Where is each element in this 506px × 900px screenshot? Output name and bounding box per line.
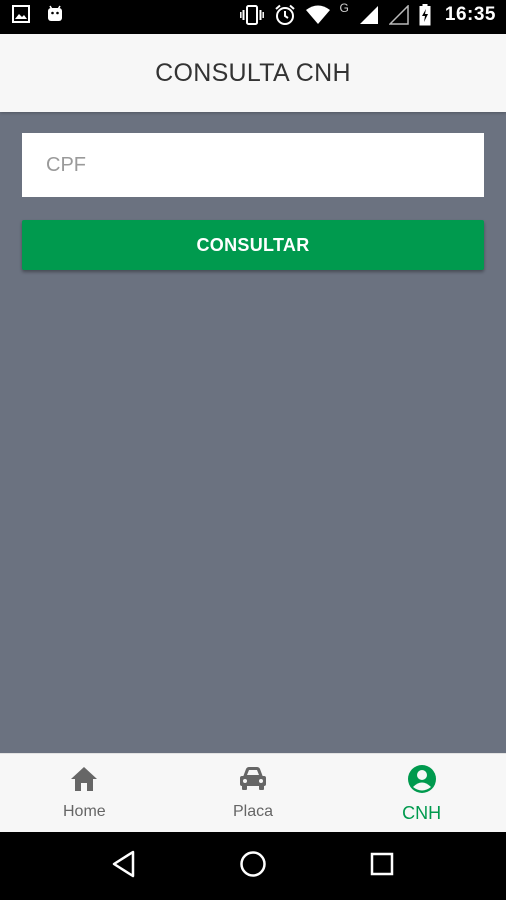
back-button[interactable] (94, 836, 154, 896)
cpf-input[interactable] (22, 133, 484, 197)
page-title: CONSULTA CNH (155, 58, 351, 87)
status-left (12, 5, 64, 23)
image-icon (12, 5, 30, 23)
home-system-button[interactable] (223, 836, 283, 896)
signal-empty-icon (388, 5, 409, 25)
nav-item-placa[interactable]: Placa (169, 754, 338, 833)
consultar-button[interactable]: CONSULTAR (22, 220, 484, 270)
app-header: CONSULTA CNH (0, 34, 506, 112)
car-icon (238, 766, 268, 797)
android-icon (46, 5, 64, 23)
account-circle-icon (407, 764, 437, 799)
home-icon (70, 766, 98, 797)
home-circle-icon (239, 850, 267, 883)
nav-item-label: Placa (232, 803, 274, 820)
signal-icon (359, 5, 379, 25)
battery-charging-icon (419, 4, 431, 26)
network-type-label: G (339, 1, 349, 15)
recents-button[interactable] (352, 836, 412, 896)
bottom-navigation: Home Placa CNH (0, 753, 506, 833)
system-navigation-bar (0, 832, 506, 900)
vibrate-icon (239, 4, 264, 26)
status-time: 16:35 (444, 4, 496, 25)
status-bar: G 16:35 (0, 0, 506, 34)
nav-item-cnh[interactable]: CNH (337, 754, 506, 833)
status-right: G 16:35 (239, 1, 496, 26)
nav-item-label: CNH (402, 802, 442, 823)
back-triangle-icon (111, 850, 137, 883)
recents-square-icon (369, 851, 395, 882)
wifi-icon (305, 5, 330, 25)
app-screen: G 16:35 CONSULTA CNH CPF CONSULTAR Home … (0, 0, 506, 900)
alarm-icon (274, 4, 296, 26)
nav-item-label: Home (62, 803, 106, 820)
nav-item-home[interactable]: Home (0, 754, 169, 833)
